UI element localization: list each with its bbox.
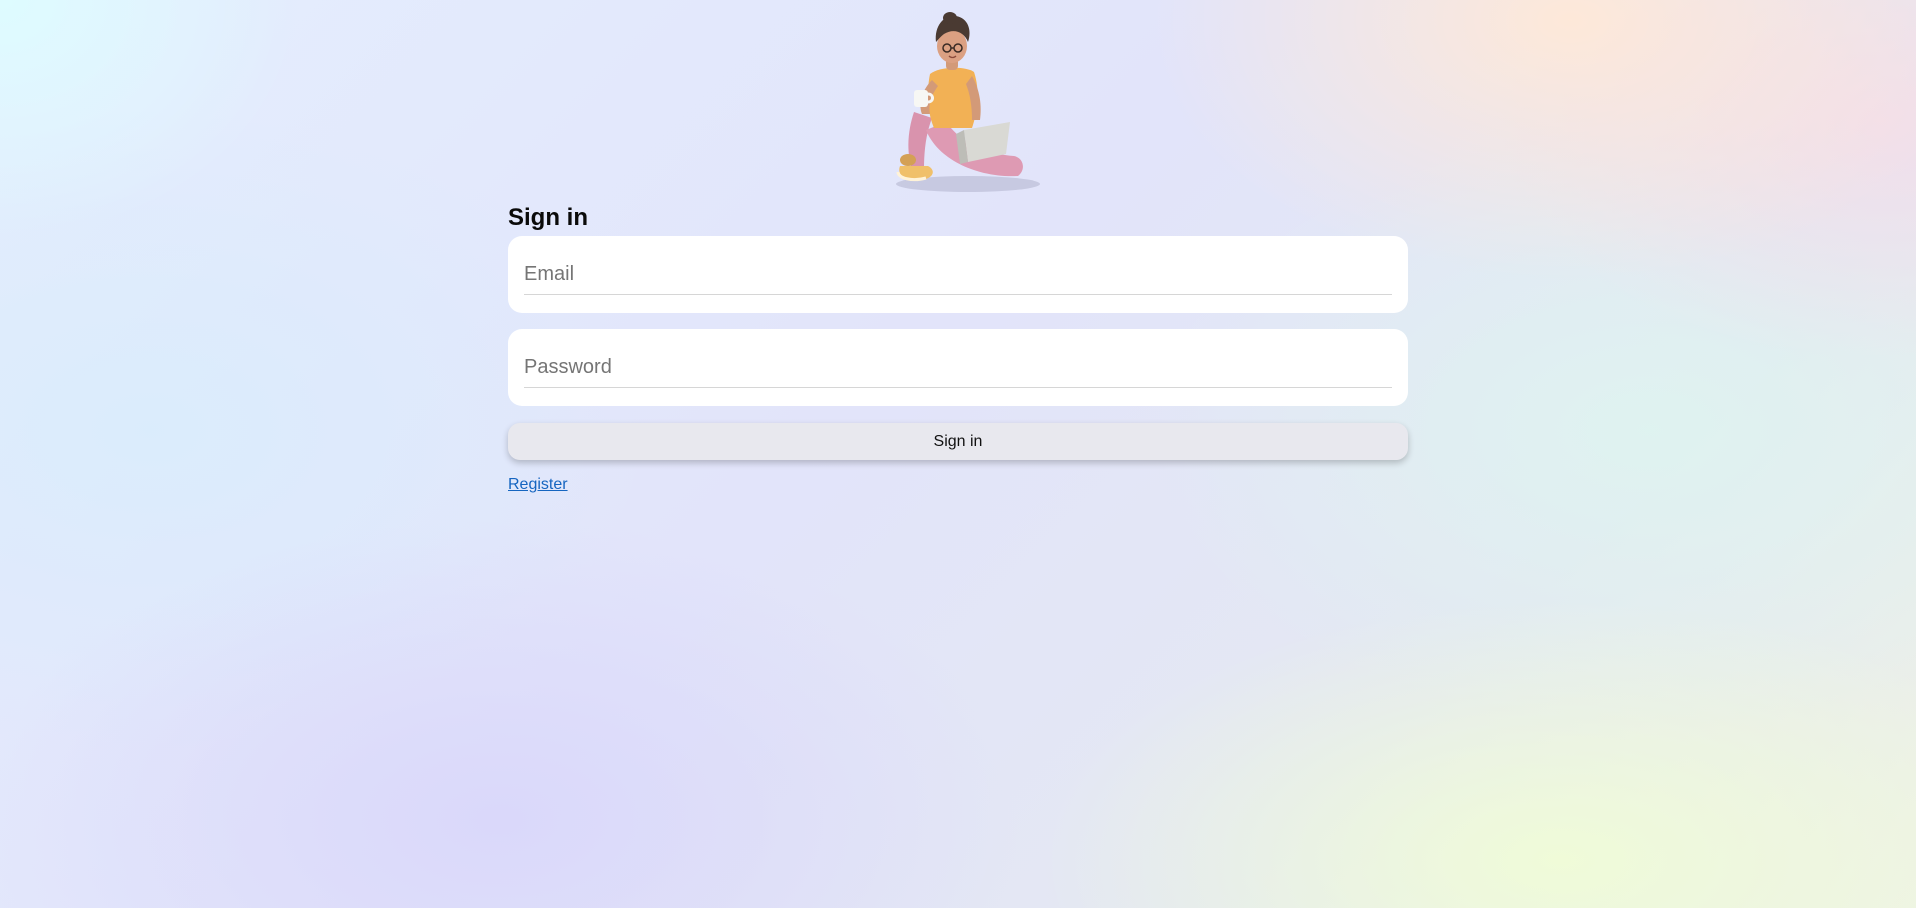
page-title: Sign in	[508, 204, 588, 231]
email-field[interactable]	[524, 255, 1392, 295]
password-field[interactable]	[524, 348, 1392, 388]
sign-in-button[interactable]: Sign in	[508, 423, 1408, 460]
register-link[interactable]: Register	[508, 476, 568, 494]
email-field-container	[508, 236, 1408, 313]
person-laptop-illustration	[868, 10, 1048, 200]
password-field-container	[508, 329, 1408, 406]
